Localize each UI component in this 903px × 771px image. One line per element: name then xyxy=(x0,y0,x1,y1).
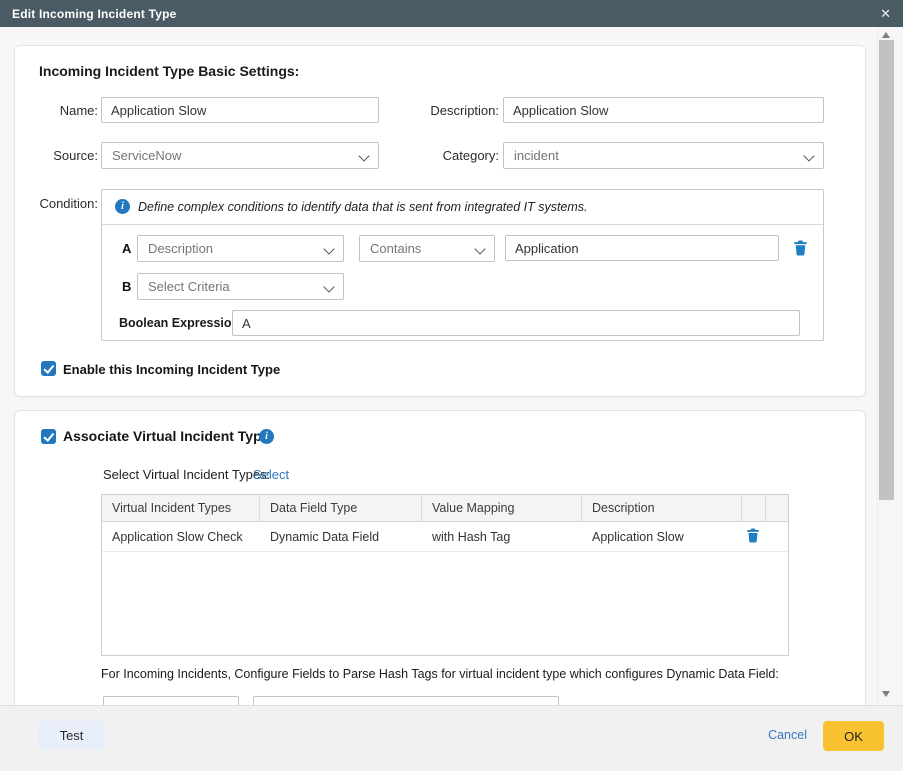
source-select-value: ServiceNow xyxy=(112,148,181,163)
cell-description: Application Slow xyxy=(582,522,742,551)
condition-row-key: A xyxy=(122,241,131,256)
source-select[interactable]: ServiceNow xyxy=(101,142,379,169)
chevron-down-icon xyxy=(474,243,485,254)
table-header-virtual-incident-types: Virtual Incident Types xyxy=(102,495,260,521)
category-label: Category: xyxy=(365,148,499,163)
dialog-titlebar: Edit Incoming Incident Type ✕ xyxy=(0,0,903,27)
category-select-value: incident xyxy=(514,148,559,163)
hashtag-field-input-1[interactable] xyxy=(103,696,239,705)
trash-icon xyxy=(793,240,808,256)
enable-incident-type-label: Enable this Incoming Incident Type xyxy=(63,362,280,377)
cell-data-field-type: Dynamic Data Field xyxy=(260,522,422,551)
associate-virtual-incident-card: Associate Virtual Incident Type: Select … xyxy=(14,410,866,705)
table-header-value-mapping: Value Mapping xyxy=(422,495,582,521)
description-input[interactable] xyxy=(503,97,824,123)
condition-builder: Define complex conditions to identify da… xyxy=(101,189,824,341)
hashtag-configuration-hint: For Incoming Incidents, Configure Fields… xyxy=(101,667,779,681)
dialog-footer: Test Cancel OK xyxy=(0,705,903,771)
operator-select-a-value: Contains xyxy=(370,241,421,256)
info-icon[interactable] xyxy=(259,429,274,444)
condition-row-key: B xyxy=(122,279,131,294)
dialog-body: Incoming Incident Type Basic Settings: N… xyxy=(0,27,903,705)
criteria-select-b-value: Select Criteria xyxy=(148,279,230,294)
cell-actions xyxy=(742,522,766,551)
description-label: Description: xyxy=(365,103,499,118)
criteria-select-a-value: Description xyxy=(148,241,213,256)
condition-hint-row: Define complex conditions to identify da… xyxy=(102,190,823,225)
info-icon[interactable] xyxy=(115,199,130,214)
source-label: Source: xyxy=(29,148,98,163)
associate-virtual-incident-checkbox[interactable] xyxy=(41,429,56,444)
close-icon[interactable]: ✕ xyxy=(880,7,891,20)
chevron-down-icon xyxy=(323,243,334,254)
test-button[interactable]: Test xyxy=(38,721,105,750)
table-header-data-field-type: Data Field Type xyxy=(260,495,422,521)
table-header-actions xyxy=(742,495,766,521)
dialog-title: Edit Incoming Incident Type xyxy=(12,7,177,21)
boolean-expression-input[interactable] xyxy=(232,310,800,336)
virtual-incident-types-table: Virtual Incident Types Data Field Type V… xyxy=(101,494,789,656)
select-virtual-incident-types-link[interactable]: Select xyxy=(253,467,289,482)
cell-virtual-incident-type: Application Slow Check xyxy=(102,522,260,551)
basic-settings-heading: Incoming Incident Type Basic Settings: xyxy=(39,63,299,79)
scrollbar-thumb[interactable] xyxy=(879,40,894,500)
name-input[interactable] xyxy=(101,97,379,123)
boolean-expression-label: Boolean Expression: xyxy=(119,316,243,330)
table-header-spacer xyxy=(766,495,788,521)
name-label: Name: xyxy=(29,103,98,118)
vertical-scrollbar[interactable] xyxy=(877,27,895,704)
ok-button[interactable]: OK xyxy=(823,721,884,751)
condition-label: Condition: xyxy=(29,196,98,211)
table-header-description: Description xyxy=(582,495,742,521)
criteria-select-a[interactable]: Description xyxy=(137,235,344,262)
operator-select-a[interactable]: Contains xyxy=(359,235,495,262)
associate-virtual-incident-label: Associate Virtual Incident Type: xyxy=(63,428,274,444)
cell-spacer xyxy=(766,522,788,551)
chevron-down-icon xyxy=(323,281,334,292)
enable-incident-type-checkbox[interactable] xyxy=(41,361,56,376)
chevron-down-icon xyxy=(803,150,814,161)
trash-icon xyxy=(746,528,760,543)
basic-settings-card: Incoming Incident Type Basic Settings: N… xyxy=(14,45,866,397)
category-select[interactable]: incident xyxy=(503,142,824,169)
condition-hint-text: Define complex conditions to identify da… xyxy=(138,200,588,214)
scroll-down-arrow-icon[interactable] xyxy=(882,691,890,697)
cell-value-mapping: with Hash Tag xyxy=(422,522,582,551)
cancel-link[interactable]: Cancel xyxy=(768,728,807,742)
hashtag-field-input-2[interactable] xyxy=(253,696,559,705)
criteria-select-b[interactable]: Select Criteria xyxy=(137,273,344,300)
table-header-row: Virtual Incident Types Data Field Type V… xyxy=(102,495,788,522)
edit-incoming-incident-type-dialog: Edit Incoming Incident Type ✕ Incoming I… xyxy=(0,0,903,771)
table-row: Application Slow Check Dynamic Data Fiel… xyxy=(102,522,788,552)
condition-value-input-a[interactable] xyxy=(505,235,779,261)
delete-condition-row-button[interactable] xyxy=(792,240,808,257)
select-virtual-incident-types-label: Select Virtual Incident Types: xyxy=(103,467,270,482)
scroll-up-arrow-icon[interactable] xyxy=(882,32,890,38)
delete-table-row-button[interactable] xyxy=(745,528,761,545)
